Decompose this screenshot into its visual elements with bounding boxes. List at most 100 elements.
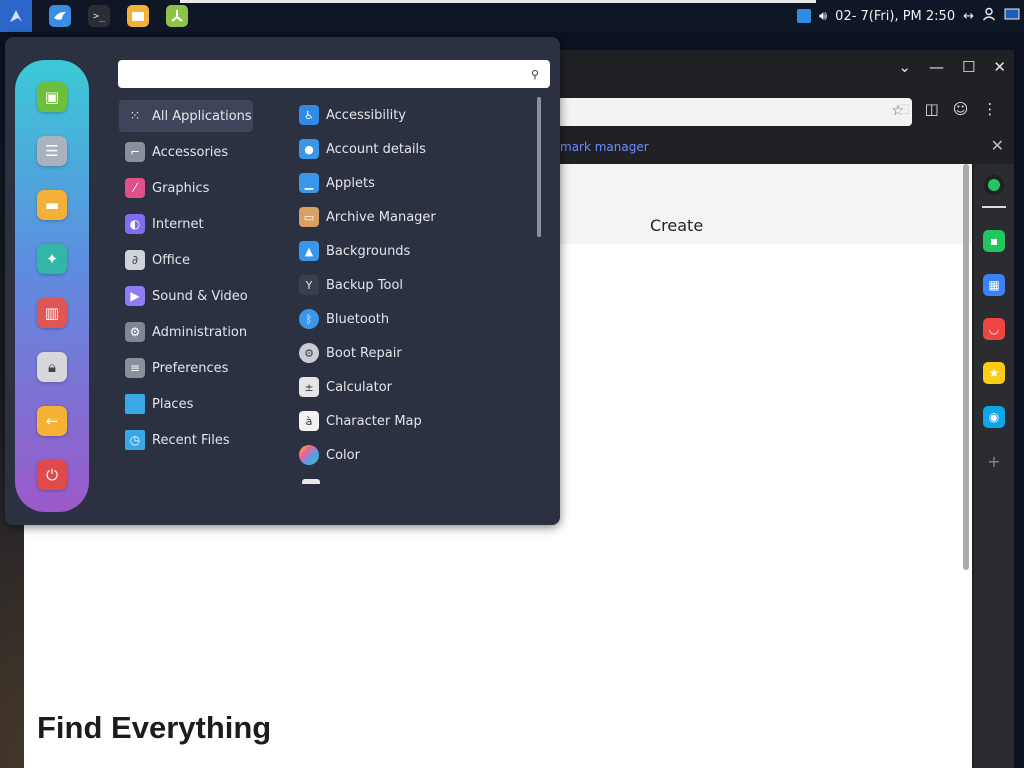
app-label: Archive Manager [326,209,436,225]
category-sound-video[interactable]: ▶ Sound & Video [119,280,253,312]
category-internet[interactable]: ◐ Internet [119,208,253,240]
network-app-icon[interactable] [796,9,811,23]
partial-list-item [302,479,320,484]
volume-icon[interactable]: 🔊︎ [819,9,827,24]
app-character-map[interactable]: à Character Map [295,407,531,435]
app-backup-tool[interactable]: Y Backup Tool [295,271,531,299]
logout-icon[interactable]: ← [37,406,67,436]
grid-icon: ⁙ [129,108,141,124]
app-label: Color [326,447,360,463]
network-arrows-icon[interactable]: ↔ [963,9,974,24]
category-office[interactable]: ∂ Office [119,244,253,276]
more-menu-icon[interactable]: ⋮ [982,100,997,118]
category-label: Sound & Video [152,288,248,304]
app-calculator[interactable]: ± Calculator [295,373,531,401]
archive-icon: ▭ [299,207,319,227]
category-places[interactable]: Places [119,388,253,420]
show-desktop-icon[interactable] [1004,8,1020,24]
play-icon: ▶ [125,286,145,306]
bluetooth-icon: ᛒ [299,309,319,329]
app-label: Accessibility [326,107,406,123]
profile-icon[interactable]: ☺ [953,100,969,118]
admin-icon: ⚙ [125,322,145,342]
search-input[interactable] [118,60,550,88]
category-label: Places [152,396,194,412]
panel-window-indicator [180,0,816,3]
office-icon: ∂ [125,250,145,270]
app-label: Bluetooth [326,311,390,327]
app-label: Backgrounds [326,243,411,259]
character-map-icon: à [299,411,319,431]
app-accessibility[interactable]: ♿︎ Accessibility [295,101,531,129]
side-calendar-icon[interactable]: ▦ [983,274,1005,296]
sidebar-toggle-icon[interactable]: ◫ [925,100,939,118]
settings-icon[interactable]: ☰ [37,136,67,166]
app-account-details[interactable]: ● Account details [295,135,531,163]
page-scrollbar[interactable] [963,164,969,570]
app-label: Character Map [326,413,422,429]
minimize-button[interactable]: — [929,58,944,76]
category-graphics[interactable]: ⁄ Graphics [119,172,253,204]
address-bar[interactable]: ☆ [544,98,912,126]
boot-repair-icon: ⚙ [299,343,319,363]
category-administration[interactable]: ⚙ Administration [119,316,253,348]
app-icon[interactable]: ✦ [37,244,67,274]
backgrounds-icon: ▲ [299,241,319,261]
side-message-icon[interactable]: ▪ [983,230,1005,252]
app-applets[interactable]: ▁ Applets [295,169,531,197]
category-preferences[interactable]: ≡ Preferences [119,352,253,384]
user-icon[interactable] [982,7,996,25]
internet-icon: ◐ [125,214,145,234]
accessories-icon: ⌐ [125,142,145,162]
close-icon[interactable]: ✕ [991,136,1004,155]
screenshot-icon[interactable]: ⊡ [898,100,911,118]
graphics-icon: ⁄ [125,178,145,198]
lock-icon[interactable]: 🔒︎ [37,352,67,382]
accessibility-icon: ♿︎ [299,105,319,125]
clock[interactable]: 02- 7(Fri), PM 2:50 [835,9,955,24]
account-icon: ● [299,139,319,159]
menu-logo-icon [10,10,22,22]
side-add-icon[interactable]: + [983,450,1005,472]
category-all-applications[interactable]: ⁙ All Applications [119,100,253,132]
side-app-icon[interactable] [983,174,1005,196]
window-controls: ⌄ — ☐ ✕ [898,58,1006,76]
menu-button[interactable] [0,0,32,32]
app-color[interactable]: Color [295,441,531,469]
bird-app-icon[interactable] [49,5,71,27]
applets-icon: ▁ [299,173,319,193]
power-icon[interactable]: ⏻ [37,460,67,490]
calculator-icon: ± [299,377,319,397]
dictionary-icon[interactable]: ▥ [37,298,67,328]
recent-folder-icon: ◷ [125,430,145,450]
app-backgrounds[interactable]: ▲ Backgrounds [295,237,531,265]
bookmark-manager-link[interactable]: mark manager [560,140,649,154]
files-folder-icon[interactable]: ▬ [37,190,67,220]
app-label: Calculator [326,379,393,395]
top-panel: >_ 🔊︎ 02- 7(Fri), PM 2:50 ↔ [0,0,1024,32]
menu-scrollbar[interactable] [537,97,541,237]
app-archive-manager[interactable]: ▭ Archive Manager [295,203,531,231]
page-title: Find Everything [37,710,272,745]
close-button[interactable]: ✕ [993,58,1006,76]
create-label[interactable]: Create [650,216,703,235]
side-pocket-icon[interactable]: ◡ [983,318,1005,340]
terminal-icon[interactable]: >_ [88,5,110,27]
graphics-app-icon[interactable] [166,5,188,27]
app-label: Applets [326,175,375,191]
color-icon [299,445,319,465]
side-app-green-icon[interactable]: ◉ [983,406,1005,428]
app-boot-repair[interactable]: ⚙ Boot Repair [295,339,531,367]
software-icon[interactable]: ▣ [37,82,67,112]
category-label: Internet [152,216,204,232]
chevron-down-icon[interactable]: ⌄ [898,58,911,76]
category-label: Preferences [152,360,229,376]
side-star-icon[interactable]: ★ [983,362,1005,384]
app-bluetooth[interactable]: ᛒ Bluetooth [295,305,531,333]
backup-icon: Y [299,275,319,295]
files-icon[interactable] [127,5,149,27]
favorites-bar: ▣ ☰ ▬ ✦ ▥ 🔒︎ ← ⏻ [15,60,89,512]
category-recent-files[interactable]: ◷ Recent Files [119,424,253,456]
maximize-button[interactable]: ☐ [962,58,975,76]
category-accessories[interactable]: ⌐ Accessories [119,136,253,168]
